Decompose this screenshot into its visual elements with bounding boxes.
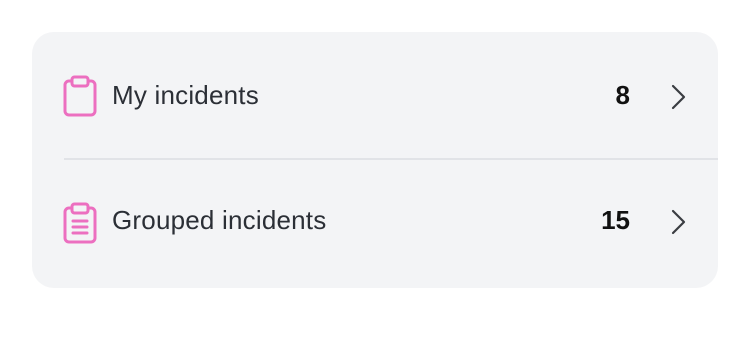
chevron-right-icon bbox=[671, 209, 686, 235]
list-item-my-incidents[interactable]: My incidents 8 bbox=[32, 32, 718, 159]
item-label: My incidents bbox=[112, 80, 259, 110]
clipboard-icon bbox=[63, 75, 97, 117]
item-count: 8 bbox=[615, 80, 630, 110]
clipboard-list-icon bbox=[63, 202, 97, 244]
incidents-card: My incidents 8 Grouped incidents 15 bbox=[32, 32, 718, 288]
item-label: Grouped incidents bbox=[112, 205, 327, 235]
item-count: 15 bbox=[601, 205, 630, 235]
chevron-right-icon bbox=[671, 84, 686, 110]
list-item-grouped-incidents[interactable]: Grouped incidents 15 bbox=[32, 159, 718, 286]
